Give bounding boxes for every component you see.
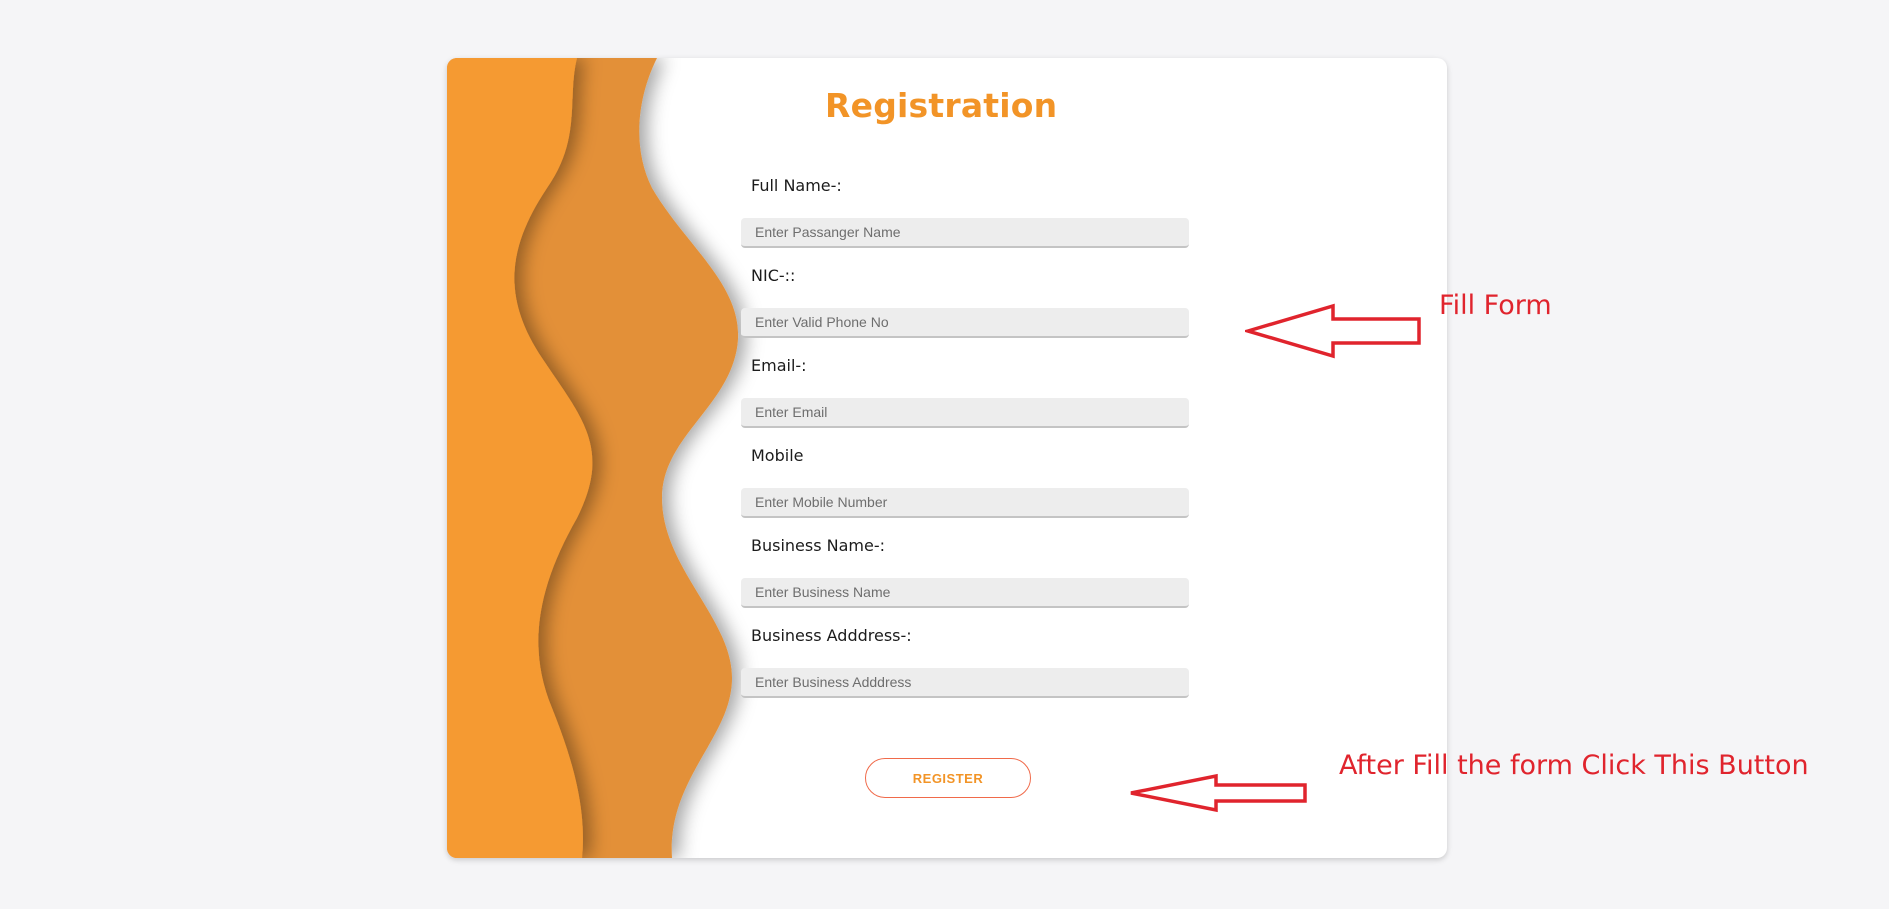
business-address-input[interactable] — [741, 668, 1189, 698]
business-address-label: Business Adddress-: — [751, 626, 912, 645]
decorative-wave-panel — [447, 58, 739, 858]
fill-form-annotation: Fill Form — [1439, 290, 1552, 321]
email-input[interactable] — [741, 398, 1189, 428]
click-button-arrow-icon — [1130, 773, 1307, 813]
registration-card: Registration Full Name-: NIC-:: Email-: … — [447, 58, 1447, 858]
register-button[interactable]: REGISTER — [865, 758, 1031, 798]
full-name-input[interactable] — [741, 218, 1189, 248]
mobile-label: Mobile — [751, 446, 804, 465]
mobile-input[interactable] — [741, 488, 1189, 518]
email-label: Email-: — [751, 356, 807, 375]
business-name-input[interactable] — [741, 578, 1189, 608]
click-button-annotation: After Fill the form Click This Button — [1339, 750, 1809, 781]
full-name-label: Full Name-: — [751, 176, 842, 195]
nic-input[interactable] — [741, 308, 1189, 338]
fill-form-arrow-icon — [1245, 303, 1421, 359]
nic-label: NIC-:: — [751, 266, 796, 285]
page-title: Registration — [825, 86, 1058, 125]
business-name-label: Business Name-: — [751, 536, 886, 555]
